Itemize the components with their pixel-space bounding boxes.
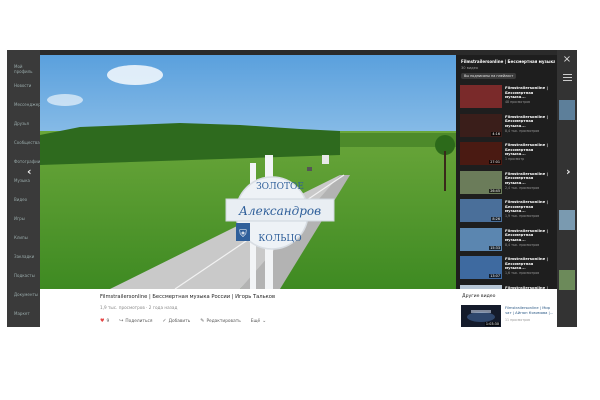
playlist-item-views: 8,4 тыс. просмотров [505, 128, 540, 133]
playlist-item-thumbnail[interactable]: 27:01 [460, 142, 502, 165]
playlist-item-thumbnail[interactable] [460, 284, 502, 289]
playlist-item-thumbnail[interactable]: 13:07 [460, 256, 502, 279]
playlist-item-duration: 8:26 [491, 217, 501, 221]
playlist-item-duration: 13:07 [489, 274, 501, 278]
playlist-item[interactable]: 27:01 Filmstrailersonline | Бессмертная м… [460, 141, 554, 166]
background-sidebar-item: Фотографии [14, 159, 41, 164]
playlist-item-views: 2,4 тыс. просмотров [505, 185, 540, 190]
video-actions: ♥ 9 ↪ Поделиться ✓ Добавить ✎ Редактиров… [100, 318, 278, 325]
like-button[interactable]: ♥ 9 [100, 318, 110, 325]
like-count: 9 [106, 319, 110, 324]
sign-text: Александров [238, 204, 321, 218]
playlist-item-thumbnail[interactable]: 8:26 [460, 199, 502, 222]
share-icon: ↪ [119, 318, 124, 324]
background-thumb [559, 270, 575, 290]
playlist-item-title[interactable]: Filmstrailersonline | Бессмертная музыка… [505, 285, 553, 289]
check-icon: ✓ [162, 318, 167, 324]
playlist-item-duration: 26:45 [489, 188, 501, 193]
background-thumb [559, 210, 575, 230]
add-label: Добавить [168, 319, 191, 324]
background-sidebar-item: Мой профиль [14, 64, 33, 74]
pencil-icon: ✎ [200, 318, 205, 324]
background-sidebar-item: Новости [14, 83, 32, 88]
background-sidebar-item: Клипы [14, 235, 28, 240]
background-sidebar-item: Музыка [14, 178, 30, 183]
playlist-item-title[interactable]: Filmstrailersonline | Бессмертная музыка… [505, 142, 553, 157]
video-frame: ⛨ ЗОЛОТОЕ Александров КОЛЬЦО [40, 55, 456, 289]
playlist-item[interactable]: 13:07 Filmstrailersonline | Бессмертная м… [460, 255, 554, 280]
other-video-thumbnail[interactable]: 1:03:30 [461, 305, 501, 327]
playlist-item-views: 1,6 тыс. просмотров [505, 271, 540, 275]
playlist-subscribed-button[interactable]: Вы подписаны на плейлист [461, 73, 517, 79]
other-video-title[interactable]: Filmstrailersonline | Мир чат | Айгюн Кя… [505, 306, 557, 315]
playlist-item-views: 1,9 тыс. просмотров [505, 214, 540, 218]
playlist-item-duration: 27:01 [489, 160, 501, 164]
playlist-item[interactable]: Filmstrailersonline | Бессмертная музыка… [460, 284, 554, 289]
chevron-down-icon: ⌄ [262, 318, 267, 324]
playlist-item-views: 48 просмотров [505, 100, 530, 104]
playlist-title[interactable]: Filmstrailersonline | Бессмертная музыка… [461, 59, 555, 64]
playlist-item-title[interactable]: Filmstrailersonline | Бессмертная музыка… [505, 171, 553, 186]
list-icon[interactable] [563, 74, 572, 82]
share-button[interactable]: ↪ Поделиться [119, 318, 153, 325]
background-sidebar-item: Подкасты [14, 273, 35, 278]
playlist-count: 30 видео [461, 66, 479, 70]
background-sidebar-item: Мессенджер [14, 102, 41, 107]
edit-button[interactable]: ✎ Редактировать [200, 318, 241, 325]
share-label: Поделиться [125, 319, 153, 324]
playlist-item[interactable]: 4:16 Filmstrailersonline | Бессмертная му… [460, 113, 554, 138]
background-sidebar-item: Закладки [14, 254, 35, 259]
background-sidebar-item: Игры [14, 216, 25, 221]
video-player[interactable]: ⛨ ЗОЛОТОЕ Александров КОЛЬЦО [40, 55, 456, 289]
playlist-item-thumbnail[interactable]: 4:16 [460, 113, 502, 137]
playlist-item-title[interactable]: Filmstrailersonline | Бессмертная музыка… [505, 114, 553, 129]
chevron-right-icon[interactable]: › [566, 165, 571, 178]
playlist-item[interactable]: 15:33 Filmstrailersonline | Бессмертная м… [460, 227, 554, 252]
background-right-column [557, 50, 577, 327]
playlist-item-views: 1 просмотр [505, 157, 525, 161]
background-sidebar: Мой профиль Новости Мессенджер Друзья Сообще… [7, 50, 41, 327]
background-sidebar-item: Друзья [14, 121, 29, 126]
close-icon[interactable]: × [562, 55, 572, 65]
playlist-item-duration: 4:16 [491, 131, 501, 136]
playlist-item-title[interactable]: Filmstrailersonline | Бессмертная музыка… [505, 256, 553, 271]
other-video-views: 11 просмотров [505, 318, 530, 322]
background-sidebar-item: Видео [14, 197, 28, 202]
playlist-item-duration: 15:33 [489, 245, 501, 250]
playlist-item[interactable]: 26:45 Filmstrailersonline | Бессмертная м… [460, 170, 554, 195]
svg-text:КОЛЬЦО: КОЛЬЦО [258, 234, 301, 244]
playlist-item-title[interactable]: Filmstrailersonline | Бессмертная музыка… [505, 85, 553, 100]
playlist-item-thumbnail[interactable]: 15:33 [460, 227, 502, 251]
playlist-item-views: 8,4 тыс. просмотров [505, 242, 540, 247]
svg-text:ЗОЛОТОЕ: ЗОЛОТОЕ [256, 182, 304, 192]
playlist-item[interactable]: 8:26 Filmstrailersonline | Бессмертная му… [460, 198, 554, 223]
playlist-item-title[interactable]: Filmstrailersonline | Бессмертная музыка… [505, 228, 553, 243]
video-title: Filmstrailersonline | Бессмертная музыка… [100, 294, 276, 300]
other-video-item[interactable]: 1:03:30 Filmstrailersonline | Мир чат | … [461, 305, 557, 327]
chevron-left-icon[interactable]: ‹ [27, 165, 32, 178]
background-sidebar-item: Документы [14, 292, 38, 297]
playlist-item[interactable]: Filmstrailersonline | Бессмертная музыка… [460, 84, 554, 109]
background-sidebar-item: Маркет [14, 311, 30, 316]
background-thumb [559, 100, 575, 120]
other-videos-label: Другие видео [462, 294, 496, 299]
more-label: Ещё [250, 319, 261, 324]
svg-text:⛨: ⛨ [239, 229, 247, 240]
playlist-item-thumbnail[interactable] [460, 85, 502, 108]
playlist-item-thumbnail[interactable]: 26:45 [460, 170, 502, 194]
heart-icon: ♥ [100, 318, 105, 324]
playlist-item-title[interactable]: Filmstrailersonline | Бессмертная музыка… [505, 199, 553, 214]
playlist-panel: Filmstrailersonline | Бессмертная музыка… [456, 55, 557, 289]
playlist-header: Filmstrailersonline | Бессмертная музыка… [461, 59, 555, 70]
other-video-duration: 1:03:30 [484, 322, 500, 326]
video-meta: 1,9 тыс. просмотров · 2 года назад [100, 305, 178, 310]
edit-label: Редактировать [206, 319, 241, 324]
add-button[interactable]: ✓ Добавить [162, 318, 191, 325]
background-sidebar-item: Сообщества [14, 140, 40, 145]
more-button[interactable]: Ещё ⌄ [250, 318, 269, 325]
